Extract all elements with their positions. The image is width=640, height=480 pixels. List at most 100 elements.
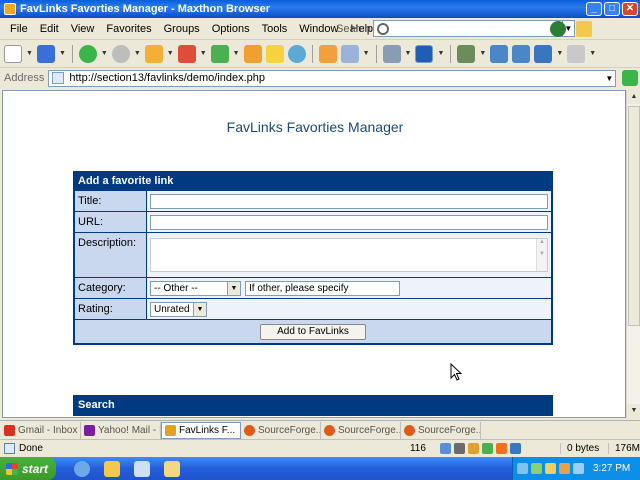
title-field[interactable] (150, 193, 548, 209)
description-scrollbar[interactable]: ▲ ▼ (536, 239, 547, 271)
category-other-field[interactable]: If other, please specify (245, 280, 400, 296)
tab-yahoo-mail[interactable]: Yahoo! Mail - I... (81, 421, 161, 439)
menu-file[interactable]: File (4, 23, 34, 35)
go-icon[interactable] (622, 70, 639, 86)
network-icon[interactable] (439, 443, 451, 454)
chevron-down-icon[interactable]: ▼ (26, 50, 33, 57)
window-layout-icon[interactable] (490, 44, 509, 63)
search-input[interactable] (372, 20, 563, 37)
menu-favorites[interactable]: Favorites (100, 23, 157, 35)
tab-label: SourceForge.... (418, 424, 481, 436)
tab-favlinks[interactable]: FavLinks F... (161, 421, 241, 439)
refresh-icon[interactable] (210, 44, 229, 63)
menu-view[interactable]: View (65, 23, 101, 35)
zoom-icon[interactable] (453, 443, 465, 454)
chevron-down-icon[interactable]: ▼ (200, 50, 207, 57)
scroll-up-icon[interactable]: ▲ (627, 90, 640, 104)
rating-select[interactable]: Unrated ▼ (150, 301, 207, 317)
menu-options[interactable]: Options (206, 23, 256, 35)
forward-icon[interactable] (111, 44, 130, 63)
maximize-button[interactable]: □ (604, 2, 620, 16)
chevron-down-icon[interactable]: ▼ (167, 50, 174, 57)
maxthon-app-icon (4, 3, 16, 15)
add-to-favlinks-button[interactable]: Add to FavLinks (260, 323, 366, 340)
sidebar-toggle-icon[interactable] (534, 44, 553, 63)
minimize-button[interactable]: _ (586, 2, 602, 16)
web-services-icon[interactable] (415, 44, 434, 63)
antivirus-tray-icon[interactable] (531, 463, 542, 474)
edit-page-icon[interactable] (567, 44, 586, 63)
download-icon[interactable] (509, 443, 521, 454)
security-icon[interactable] (495, 443, 507, 454)
up-icon[interactable] (144, 44, 163, 63)
plugins-icon[interactable] (457, 44, 476, 63)
chevron-down-icon[interactable]: ▼ (556, 50, 563, 57)
chevron-down-icon[interactable]: ▼ (589, 50, 596, 57)
menu-edit[interactable]: Edit (34, 23, 65, 35)
system-tray: 3:27 PM (512, 457, 640, 480)
messenger-tray-icon[interactable] (545, 463, 556, 474)
highlight-pen-icon[interactable] (576, 21, 592, 37)
search-panel: Search (73, 395, 553, 416)
description-field[interactable]: ▲ ▼ (150, 238, 548, 272)
back-icon[interactable] (78, 44, 97, 63)
chevron-down-icon[interactable]: ▼ (363, 50, 370, 57)
menu-tools[interactable]: Tools (256, 23, 294, 35)
tabs-bar: Gmail - Inbox (1) Yahoo! Mail - I... Fav… (0, 420, 640, 439)
volume-tray-icon[interactable] (559, 463, 570, 474)
undo-icon[interactable] (36, 44, 55, 63)
status-bytes: 0 bytes (559, 443, 608, 454)
tab-sourceforge-3[interactable]: SourceForge.... (401, 421, 481, 439)
globe-icon[interactable] (550, 21, 566, 37)
chevron-down-icon[interactable]: ▼ (233, 50, 240, 57)
address-url[interactable]: http://section13/favlinks/demo/index.php (69, 72, 603, 84)
mouse-cursor-icon (450, 363, 462, 381)
print-icon[interactable] (340, 44, 359, 63)
page-title: FavLinks Favorties Manager (226, 119, 404, 135)
network-tray-icon[interactable] (517, 463, 528, 474)
folder-icon[interactable] (104, 460, 120, 477)
chevron-down-icon[interactable]: ▼ (479, 50, 486, 57)
chevron-down-icon[interactable]: ▼ (59, 50, 66, 57)
tab-sourceforge-2[interactable]: SourceForge.... (321, 421, 401, 439)
chevron-down-icon[interactable]: ▼ (603, 74, 615, 83)
new-page-icon[interactable] (4, 44, 22, 63)
address-input[interactable]: http://section13/favlinks/demo/index.php… (48, 69, 617, 87)
clock[interactable]: 3:27 PM (593, 463, 630, 474)
scroll-thumb[interactable] (628, 106, 640, 326)
update-tray-icon[interactable] (573, 463, 584, 474)
tab-label: SourceForge.... (338, 424, 401, 436)
url-field[interactable] (150, 214, 548, 230)
page-content: FavLinks Favorties Manager Add a favorit… (2, 90, 626, 418)
scroll-down-icon[interactable]: ▼ (627, 404, 640, 418)
groups-icon[interactable] (318, 44, 337, 63)
close-button[interactable]: ✕ (622, 2, 638, 16)
tab-sourceforge-1[interactable]: SourceForge.... (241, 421, 321, 439)
tab-gmail[interactable]: Gmail - Inbox (1) (1, 421, 81, 439)
show-desktop-icon[interactable] (134, 460, 150, 477)
favorites-star-icon[interactable] (265, 44, 284, 63)
quick-launch (74, 460, 180, 477)
menu-groups[interactable]: Groups (158, 23, 206, 35)
chevron-down-icon[interactable]: ▼ (405, 50, 412, 57)
split-view-icon[interactable] (512, 44, 531, 63)
notes-icon[interactable] (164, 460, 180, 477)
chevron-down-icon[interactable]: ▼ (101, 50, 108, 57)
popup-blocker-icon[interactable] (467, 443, 479, 454)
maxthon-launch-icon[interactable] (74, 460, 90, 477)
category-select[interactable]: -- Other -- ▼ (150, 280, 241, 296)
chevron-down-icon[interactable]: ▼ (134, 50, 141, 57)
tools-icon[interactable] (382, 44, 401, 63)
title-row: Title: (75, 190, 551, 211)
ad-filter-icon[interactable] (481, 443, 493, 454)
home-icon[interactable] (243, 44, 262, 63)
chevron-down-icon[interactable]: ▼ (193, 302, 206, 316)
chevron-down-icon[interactable]: ▼ (227, 281, 240, 295)
vertical-scrollbar[interactable]: ▲ ▼ (626, 90, 640, 418)
chevron-down-icon[interactable]: ▼ (437, 50, 444, 57)
url-label: URL: (75, 212, 147, 232)
history-icon[interactable] (287, 44, 306, 63)
status-icons (439, 443, 560, 454)
start-button[interactable]: start (0, 457, 56, 480)
stop-icon[interactable] (177, 44, 196, 63)
